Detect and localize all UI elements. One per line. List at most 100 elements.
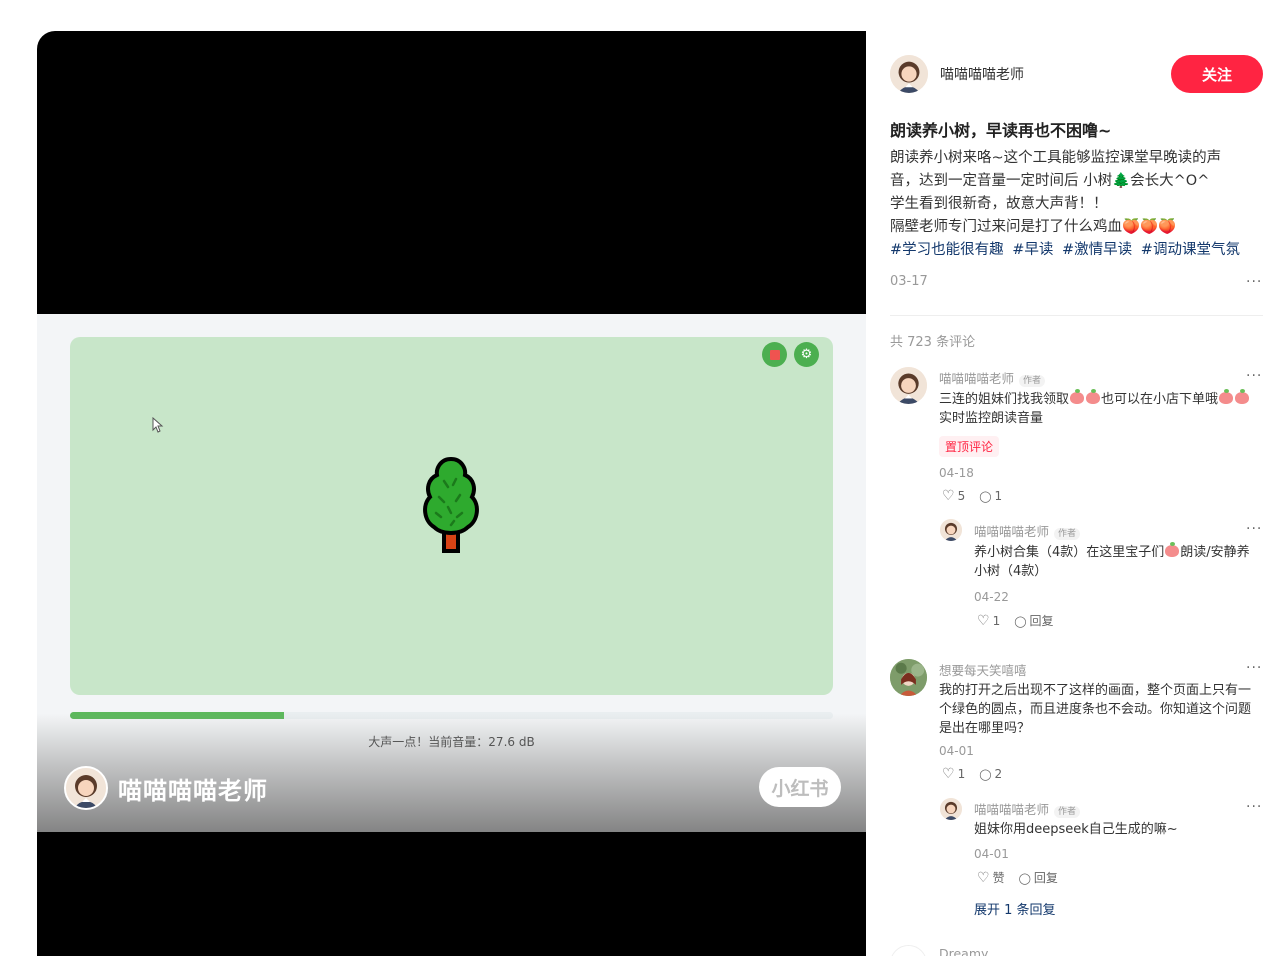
video-frame: ⚙ 大声一点！当前音量：27.6 dB [37, 314, 866, 832]
post-date: 03-17 [890, 274, 928, 289]
author-badge: 作者 [1054, 806, 1081, 818]
reply-text: 养小树合集（4款）在这里宝子们 朗读/安静养 小树（4款） [974, 542, 1270, 581]
comment-more-icon[interactable]: ··· [1246, 368, 1262, 384]
comment-text-line: 是出在哪里吗？ [939, 721, 1031, 736]
comment-author[interactable]: 想要每天笑嘻嘻 [939, 660, 1027, 679]
like-count: 1 [957, 767, 966, 781]
like-count: 5 [957, 489, 966, 503]
comment-author-name[interactable]: 喵喵喵喵老师 [939, 371, 1014, 386]
stop-button[interactable] [762, 342, 787, 367]
reply-text: 姐妹你用deepseek自己生成的嘛~ [974, 820, 1270, 839]
follow-button[interactable]: 关注 [1171, 55, 1263, 93]
tag-link[interactable]: #早读 [1012, 242, 1053, 258]
comment-author[interactable]: 喵喵喵喵老师 作者 [939, 368, 1046, 387]
comment-avatar[interactable] [890, 659, 927, 696]
comment-bubble-icon [979, 489, 991, 503]
comment-date: 04-18 [939, 466, 974, 480]
comment-text-line: 实时监控朗读音量 [939, 411, 1044, 426]
post-header: 喵喵喵喵老师 关注 [890, 55, 1263, 93]
heart-icon [977, 613, 990, 629]
comment-text: 三连的姐妹们找我领取 也可以在小店下单哦 实时监控朗读音量 [939, 389, 1269, 428]
reply-button[interactable]: 回复 [1014, 612, 1054, 629]
reply-avatar[interactable] [940, 519, 962, 541]
reply-actions: 赞 回复 [977, 869, 1058, 886]
reply-author-name[interactable]: 喵喵喵喵老师 [974, 802, 1049, 817]
reply-count: 1 [994, 489, 1003, 503]
comment-text-line: 我的打开之后出现不了这样的画面，整个页面上只有一 [939, 683, 1252, 698]
reply-text-line: 养小树合集（4款）在这里宝子们 朗读/安静养 [974, 542, 1250, 560]
post-body-line: 学生看到很新奇，故意大声背！！ [890, 196, 1108, 212]
comment-bubble-icon [1014, 614, 1026, 628]
comment-date: 04-01 [939, 744, 974, 758]
reply-date: 04-01 [974, 847, 1009, 861]
author-badge: 作者 [1019, 375, 1046, 387]
post-detail-panel: 喵喵喵喵老师 关注 朗读养小树，早读再也不困噜~ 朗读养小树来咯~这个工具能够监… [866, 31, 1280, 956]
comment-actions: 1 2 [942, 766, 1003, 782]
reply-date: 04-22 [974, 590, 1009, 604]
xiaohongshu-watermark: 小红书 [759, 767, 841, 807]
reply-avatar[interactable] [940, 798, 962, 820]
heart-icon [942, 488, 955, 504]
comment-author-name[interactable]: 想要每天笑嘻嘻 [939, 663, 1027, 678]
author-avatar[interactable] [890, 55, 928, 93]
comment-avatar[interactable] [890, 367, 927, 404]
like-button[interactable]: 1 [977, 613, 1001, 629]
tag-link[interactable]: #激情早读 [1062, 242, 1132, 258]
heart-icon [942, 766, 955, 782]
comment-avatar[interactable] [890, 945, 927, 956]
pinned-badge: 置顶评论 [939, 436, 1000, 457]
tag-link[interactable]: #学习也能很有趣 [890, 242, 1004, 258]
reply-author-name[interactable]: 喵喵喵喵老师 [974, 524, 1049, 539]
comment-more-icon[interactable]: ··· [1246, 660, 1262, 676]
reply-count: 2 [994, 767, 1003, 781]
settings-gear-icon[interactable]: ⚙ [794, 342, 819, 367]
tree-display-panel: ⚙ [70, 337, 833, 695]
heart-icon [977, 870, 990, 886]
post-body-line: 隔壁老师专门过来问是打了什么鸡血🍑🍑🍑 [890, 219, 1177, 235]
divider [890, 315, 1263, 316]
reply-text-line: 小树（4款） [974, 564, 1048, 579]
comment-bubble-icon [979, 767, 991, 781]
author-name[interactable]: 喵喵喵喵老师 [940, 64, 1024, 84]
reply-button[interactable]: 2 [979, 767, 1003, 781]
mouse-cursor-icon [152, 417, 164, 433]
page: ⚙ 大声一点！当前音量：27.6 dB 喵喵喵喵老师 小红书 喵喵喵喵老师 关注… [0, 0, 1280, 956]
reply-button[interactable]: 1 [979, 489, 1003, 503]
reply-author[interactable]: 喵喵喵喵老师 作者 [974, 521, 1081, 540]
comment-author[interactable]: Dreamy [939, 946, 988, 956]
post-tags: #学习也能很有趣 #早读 #激情早读 #调动课堂气氛 [890, 239, 1244, 262]
like-button[interactable]: 1 [942, 766, 966, 782]
reply-button[interactable]: 回复 [1019, 869, 1058, 886]
avatar [64, 766, 108, 810]
comment-count: 共 723 条评论 [890, 335, 976, 350]
like-label: 赞 [992, 871, 1005, 885]
post-body-line: 朗读养小树来咯~这个工具能够监控课堂早晚读的声 [890, 150, 1222, 166]
reply-more-icon[interactable]: ··· [1246, 521, 1262, 537]
reply-author[interactable]: 喵喵喵喵老师 作者 [974, 799, 1081, 818]
expand-replies-link[interactable]: 展开 1 条回复 [974, 899, 1056, 918]
post-title: 朗读养小树，早读再也不困噜~ [890, 121, 1112, 140]
comment-author-name[interactable]: Dreamy [939, 946, 988, 956]
reply-more-icon[interactable]: ··· [1246, 799, 1262, 815]
reply-label: 回复 [1029, 614, 1054, 628]
reply-actions: 1 回复 [977, 612, 1054, 629]
post-body-line: 音，达到一定音量一定时间后 小树🌲会长大^O^ [890, 173, 1210, 189]
comment-text: 我的打开之后出现不了这样的画面，整个页面上只有一 个绿色的圆点，而且进度条也不会… [939, 681, 1269, 738]
reply-text-line: 姐妹你用deepseek自己生成的嘛~ [974, 822, 1178, 837]
video-player[interactable]: ⚙ 大声一点！当前音量：27.6 dB [37, 31, 866, 956]
tree-icon [423, 456, 479, 553]
overlay-author-name: 喵喵喵喵老师 [118, 776, 268, 805]
tag-link[interactable]: #调动课堂气氛 [1141, 242, 1240, 258]
like-button[interactable]: 赞 [977, 869, 1005, 886]
like-button[interactable]: 5 [942, 488, 966, 504]
comment-bubble-icon [1019, 871, 1031, 885]
overlay-author: 喵喵喵喵老师 [64, 766, 268, 810]
comment-text-line: 个绿色的圆点，而且进度条也不会动。你知道这个问题 [939, 702, 1252, 717]
reply-label: 回复 [1033, 871, 1058, 885]
author-badge: 作者 [1054, 528, 1081, 540]
comment-actions: 5 1 [942, 488, 1003, 504]
like-count: 1 [992, 613, 1001, 628]
post-more-icon[interactable]: ··· [1246, 274, 1262, 290]
comment-text-line: 三连的姐妹们找我领取 也可以在小店下单哦 [939, 389, 1269, 409]
post-body: 朗读养小树来咯~这个工具能够监控课堂早晚读的声 音，达到一定音量一定时间后 小树… [890, 147, 1260, 239]
